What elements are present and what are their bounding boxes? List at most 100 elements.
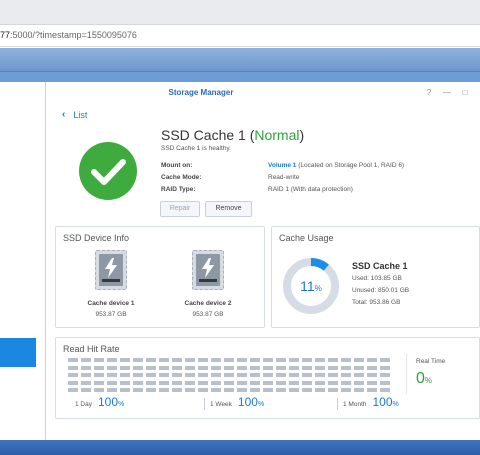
hit-rate-grid-cell	[146, 373, 156, 377]
read-hit-rate-title: Read Hit Rate	[63, 344, 120, 354]
hit-rate-grid-cell	[367, 380, 377, 385]
hit-rate-grid-cell	[302, 358, 312, 362]
address-bar[interactable]: 77:5000/?timestamp=1550095076	[0, 25, 480, 47]
cache-total: Total: 953.86 GB	[352, 299, 401, 306]
hit-rate-grid-cell	[276, 380, 286, 385]
hit-rate-period: 1 Day 100%	[75, 395, 124, 409]
hit-rate-grid-cell	[185, 365, 195, 370]
storage-manager-window: Storage Manager ? — □ ‹ List SSD Cache 1…	[46, 82, 480, 440]
left-nav-selected-item[interactable]	[0, 338, 36, 367]
mount-value: Volume 1 (Located on Storage Pool 1, RAI…	[268, 162, 404, 169]
hit-rate-grid-cell	[341, 358, 351, 362]
browser-toolbar	[0, 0, 480, 25]
hit-rate-grid-cell	[146, 358, 156, 362]
hit-rate-grid-cell	[250, 388, 260, 392]
hit-rate-grid-cell	[224, 388, 234, 392]
hit-rate-grid-cell	[211, 365, 221, 370]
hit-rate-grid-cell	[81, 358, 91, 362]
minimize-icon[interactable]: —	[442, 88, 452, 97]
realtime-number: 0	[416, 370, 425, 387]
hit-rate-grid-cell	[94, 365, 104, 370]
hit-rate-grid-cell	[315, 388, 325, 392]
hit-rate-grid-cell	[315, 380, 325, 385]
bottom-taskbar	[0, 440, 480, 455]
cache-usage-title: Cache Usage	[279, 233, 334, 243]
hit-rate-grid-cell	[185, 358, 195, 362]
hit-rate-grid-cell	[328, 365, 338, 370]
hit-rate-grid-cell	[172, 358, 182, 362]
raid-type-value: RAID 1 (With data protection)	[268, 186, 353, 193]
hit-rate-grid-cell	[276, 373, 286, 377]
hit-rate-grid-cell	[302, 373, 312, 377]
hit-rate-grid-cell	[276, 365, 286, 370]
hit-rate-grid-cell	[159, 358, 169, 362]
hit-rate-grid-cell	[302, 380, 312, 385]
help-icon[interactable]: ?	[424, 88, 434, 97]
hit-rate-grid-cell	[172, 373, 182, 377]
hit-rate-grid-cell	[354, 373, 364, 377]
hit-rate-grid-cell	[211, 380, 221, 385]
healthy-check-icon	[79, 142, 137, 200]
hit-rate-grid-cell	[211, 358, 221, 362]
usage-percent-value: 11	[300, 278, 315, 294]
hit-rate-graph	[68, 358, 394, 394]
cache-usage-name: SSD Cache 1	[352, 261, 408, 271]
repair-button[interactable]: Repair	[160, 201, 200, 217]
hit-rate-grid-cell	[120, 373, 130, 377]
hit-rate-grid-cell	[354, 380, 364, 385]
hit-rate-grid-cell	[250, 365, 260, 370]
device-size: 953.87 GB	[192, 311, 224, 318]
hit-rate-grid-cell	[68, 388, 78, 392]
url-text[interactable]: 77:5000/?timestamp=1550095076	[0, 30, 137, 40]
cache-title-suffix: )	[299, 127, 305, 143]
realtime-label: Real Time	[416, 358, 446, 365]
hit-rate-grid-cell	[263, 373, 273, 377]
mount-location: (Located on Storage Pool 1, RAID 6)	[296, 162, 405, 169]
hit-rate-grid-cell	[341, 388, 351, 392]
hit-rate-grid-cell	[263, 388, 273, 392]
hit-rate-grid-cell	[237, 388, 247, 392]
hit-rate-grid-cell	[315, 365, 325, 370]
realtime-divider	[406, 354, 407, 394]
hit-rate-grid-cell	[68, 358, 78, 362]
hit-rate-grid-cell	[328, 388, 338, 392]
period-value: 100%	[237, 395, 265, 409]
hit-rate-grid-cell	[185, 373, 195, 377]
hit-rate-grid-cell	[263, 380, 273, 385]
hit-rate-grid-cell	[107, 373, 117, 377]
hit-rate-period: 1 Month 100%	[343, 395, 399, 409]
period-divider	[337, 398, 338, 410]
cache-status: Normal	[254, 127, 300, 143]
hit-rate-grid-cell	[276, 388, 286, 392]
hit-rate-grid-cell	[198, 358, 208, 362]
hit-rate-grid-cell	[107, 388, 117, 392]
hit-rate-grid-cell	[380, 380, 390, 385]
hit-rate-grid-cell	[211, 373, 221, 377]
hit-rate-grid-cell	[250, 373, 260, 377]
hit-rate-grid-cell	[367, 373, 377, 377]
hit-rate-grid-cell	[198, 380, 208, 385]
cache-mode-value: Read-write	[268, 174, 300, 181]
hit-rate-grid-cell	[302, 388, 312, 392]
hit-rate-grid-cell	[224, 380, 234, 385]
hit-rate-grid-cell	[185, 388, 195, 392]
hit-rate-grid-cell	[263, 365, 273, 370]
volume-link[interactable]: Volume 1	[268, 162, 296, 169]
maximize-icon[interactable]: □	[460, 88, 470, 97]
hit-rate-grid-cell	[185, 380, 195, 385]
hit-rate-grid-cell	[263, 358, 273, 362]
hit-rate-grid-cell	[341, 380, 351, 385]
realtime-unit: %	[424, 376, 433, 385]
hit-rate-grid-cell	[276, 358, 286, 362]
hit-rate-grid-cell	[328, 373, 338, 377]
hit-rate-grid-cell	[81, 388, 91, 392]
hit-rate-grid-cell	[341, 365, 351, 370]
back-to-list-link[interactable]: ‹ List	[62, 109, 87, 120]
hit-rate-grid-cell	[146, 365, 156, 370]
remove-button[interactable]: Remove	[205, 201, 252, 217]
realtime-value: 0%	[416, 370, 432, 388]
cache-title: SSD Cache 1 (Normal)	[161, 127, 304, 143]
raid-type-label: RAID Type:	[161, 186, 196, 193]
hit-rate-grid-cell	[237, 380, 247, 385]
hit-rate-grid-cell	[94, 388, 104, 392]
